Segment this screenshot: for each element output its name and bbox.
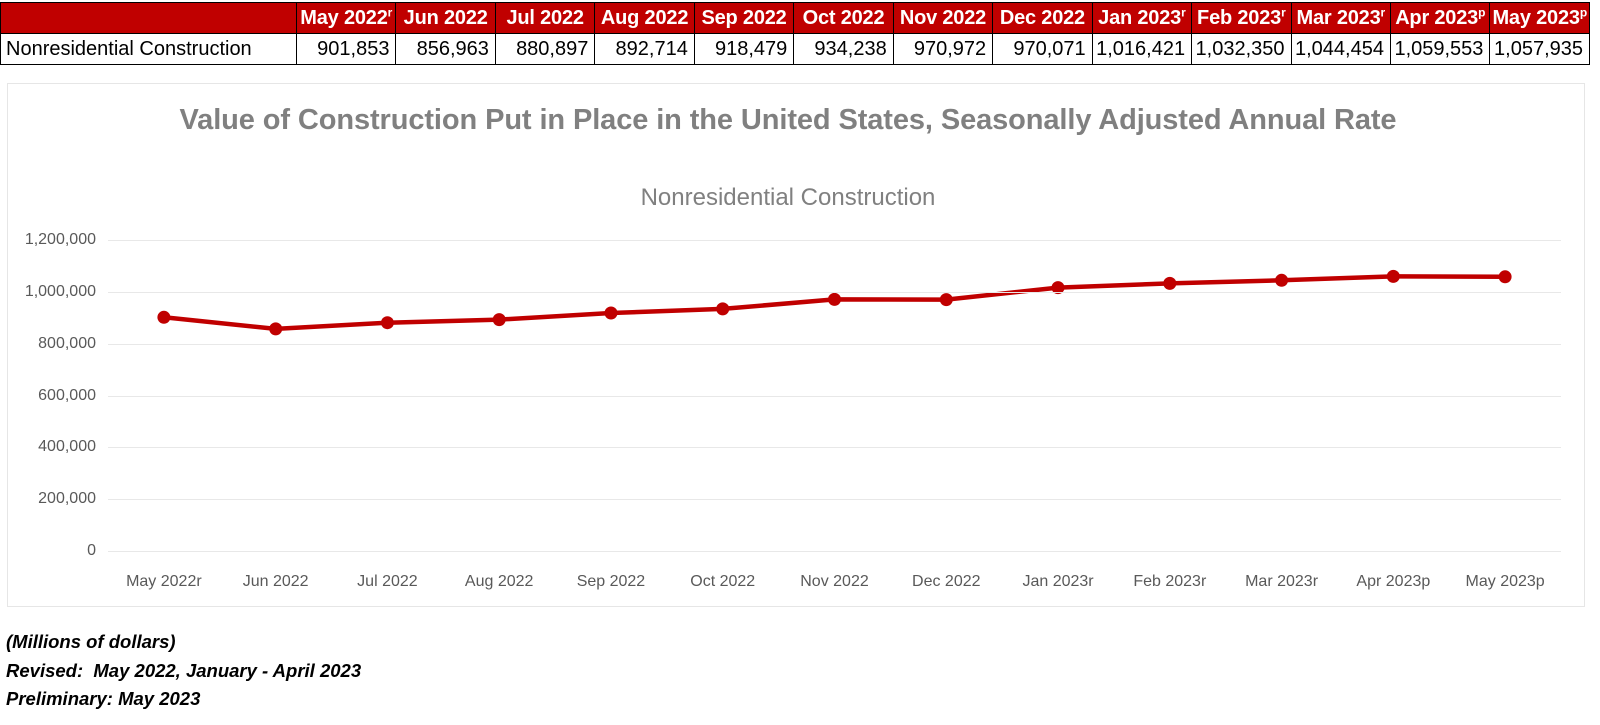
table-cell-value: 970,071	[992, 33, 1093, 65]
y-axis-tick-label: 200,000	[38, 490, 96, 508]
table-header-row: May 2022r Jun 2022 Jul 2022 Aug 2022 Sep 202…	[0, 2, 1590, 34]
series-data-point	[157, 310, 171, 324]
table-cell-value: 856,963	[395, 33, 496, 65]
table-col-header-label: May 2023	[1492, 6, 1580, 29]
x-axis-tick-label: Jul 2022	[357, 573, 418, 590]
table-cell-value: 918,479	[693, 33, 795, 65]
y-axis-tick-label: 1,000,000	[24, 282, 96, 300]
table-col-header-footnote-mark: r	[387, 4, 393, 19]
construction-data-table: May 2022r Jun 2022 Jul 2022 Aug 2022 Sep 202…	[0, 2, 1590, 65]
series-data-point	[604, 306, 618, 320]
x-axis-tick-label: Feb 2023r	[1133, 573, 1207, 590]
table-col-header-footnote-mark: p	[1478, 4, 1486, 19]
x-axis-tick-label: Jun 2022	[242, 573, 309, 590]
x-axis-tick-label: Oct 2022	[690, 573, 756, 590]
table-col-header-footnote-mark: p	[1579, 4, 1587, 19]
y-gridline	[108, 240, 1561, 241]
table-cell-value: 1,044,454	[1290, 33, 1391, 65]
series-data-point	[716, 302, 730, 316]
table-col-header: Nov 2022	[892, 2, 994, 34]
table-col-header: Jun 2022	[395, 2, 496, 34]
x-axis-tick-label: Aug 2022	[464, 573, 534, 590]
chart-footnotes: (Millions of dollars) Revised: May 2022,…	[6, 628, 361, 714]
y-gridline	[108, 344, 1561, 345]
y-gridline	[108, 396, 1561, 397]
table-row: Nonresidential Construction 901,853 856,96…	[0, 33, 1590, 65]
y-axis-tick-label: 400,000	[38, 438, 96, 456]
table-cell-value: 970,972	[892, 33, 994, 65]
table-col-header: Jul 2022	[494, 2, 596, 34]
table-col-header: Aug 2022	[594, 2, 695, 34]
footnote-units: (Millions of dollars)	[6, 631, 176, 652]
table-col-header: Dec 2022	[992, 2, 1093, 34]
x-axis-tick-label: Dec 2022	[912, 573, 981, 590]
table-col-header-label: Oct 2022	[802, 6, 885, 29]
table-cell-value: 1,057,935	[1489, 33, 1590, 65]
table-cell-value: 1,059,553	[1389, 33, 1491, 65]
series-data-point	[1163, 276, 1177, 290]
y-axis-tick-label: 0	[87, 542, 96, 559]
table-col-header: Jan 2023r	[1091, 2, 1193, 34]
y-gridline	[108, 499, 1561, 500]
table-cell-value: 1,016,421	[1091, 33, 1193, 65]
table-col-header: Feb 2023r	[1191, 2, 1292, 34]
y-gridline	[108, 292, 1561, 293]
series-data-point	[828, 292, 841, 306]
data-table-container: May 2022r Jun 2022 Jul 2022 Aug 2022 Sep 202…	[0, 2, 1592, 65]
y-axis-tick-label: 800,000	[38, 334, 96, 352]
table-col-header-label: Jun 2022	[403, 6, 488, 29]
table-col-header-label: Jul 2022	[506, 6, 584, 29]
x-axis-tick-label: Nov 2022	[800, 573, 869, 590]
table-col-header-label: May 2022	[300, 6, 388, 29]
table-col-header: Mar 2023r	[1290, 2, 1391, 34]
table-col-header-footnote-mark: r	[1181, 4, 1186, 19]
table-col-header-label: Mar 2023	[1296, 6, 1381, 29]
table-col-header-label: Jan 2023	[1098, 6, 1182, 29]
x-axis-tick-label: May 2022r	[126, 573, 202, 590]
x-axis-tick-label: Sep 2022	[576, 573, 646, 590]
table-cell-value: 880,897	[494, 33, 596, 65]
x-axis-tick-label: Apr 2023p	[1356, 573, 1431, 590]
y-gridline	[108, 447, 1561, 448]
table-col-header-footnote-mark: r	[1281, 4, 1286, 19]
line-series-svg	[157, 269, 1512, 336]
table-col-header-label: Dec 2022	[999, 6, 1085, 29]
table-cell-value: 901,853	[295, 33, 397, 65]
table-col-header-label: Aug 2022	[600, 6, 689, 29]
table-col-header: May 2022r	[295, 2, 397, 34]
table-corner-cell	[0, 2, 297, 34]
series-data-point	[939, 293, 953, 307]
footnote-preliminary: Preliminary: May 2023	[6, 688, 201, 709]
table-body: Nonresidential Construction 901,853 856,96…	[0, 33, 1590, 65]
x-axis-tick-label: May 2023p	[1465, 573, 1545, 590]
table-col-header-label: Nov 2022	[899, 6, 987, 29]
table-col-header: Oct 2022	[793, 2, 894, 34]
series-data-point	[492, 313, 506, 327]
x-axis-tick-label: Jan 2023r	[1022, 573, 1094, 590]
series-data-point	[380, 316, 394, 330]
table-row-label: Nonresidential Construction	[0, 33, 297, 65]
table-cell-value: 934,238	[793, 33, 894, 65]
series-data-point	[1275, 273, 1289, 287]
footnote-revised: Revised: May 2022, January - April 2023	[6, 659, 362, 681]
table-col-header: May 2023p	[1489, 2, 1590, 34]
table-header: May 2022r Jun 2022 Jul 2022 Aug 2022 Sep 202…	[0, 2, 1590, 34]
table-col-header-label: Apr 2023	[1395, 6, 1479, 29]
series-data-point	[269, 322, 283, 336]
plot-area: 1,200,000 1,000,000 800,000 600,000 400,000 2…	[8, 84, 1584, 606]
table-cell-value: 892,714	[594, 33, 695, 65]
table-col-header-footnote-mark: r	[1380, 4, 1386, 19]
table-col-header-label: Feb 2023	[1197, 6, 1282, 29]
y-gridline	[108, 551, 1561, 552]
chart-container: Value of Construction Put in Place in th…	[7, 83, 1585, 607]
series-data-point	[1498, 270, 1512, 284]
y-axis-tick-label: 600,000	[38, 386, 96, 404]
table-col-header-label: Sep 2022	[701, 6, 787, 29]
x-axis-tick-label: Mar 2023r	[1245, 573, 1319, 590]
table-col-header: Sep 2022	[693, 2, 795, 34]
table-col-header: Apr 2023p	[1389, 2, 1491, 34]
y-axis-tick-label: 1,200,000	[24, 231, 96, 248]
series-data-point	[1386, 269, 1400, 283]
table-cell-value: 1,032,350	[1191, 33, 1292, 65]
